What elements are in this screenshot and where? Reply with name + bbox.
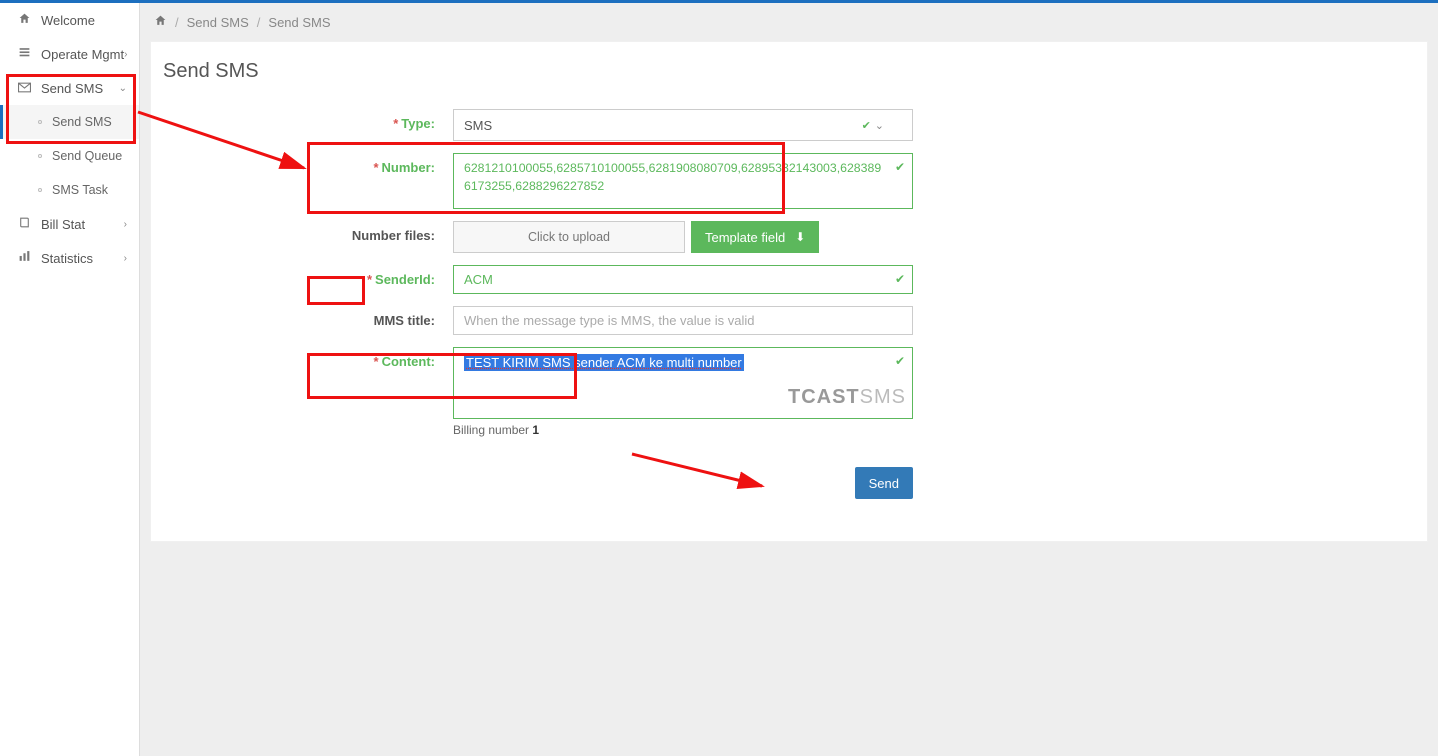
list-icon bbox=[18, 46, 31, 62]
dot-icon bbox=[38, 188, 42, 192]
check-icon: ✔ bbox=[862, 119, 871, 132]
content-input[interactable]: TEST KIRIM SMS sender ACM ke multi numbe… bbox=[453, 347, 913, 419]
sidebar-item-label: Welcome bbox=[41, 13, 127, 28]
chevron-down-icon: ⌄ bbox=[875, 119, 884, 132]
panel-title: Send SMS bbox=[163, 60, 1405, 83]
download-icon: ⬇ bbox=[795, 230, 805, 244]
content-label: *Content: bbox=[163, 347, 453, 437]
type-select[interactable]: SMS ✔ ⌄ bbox=[453, 109, 913, 141]
number-input[interactable]: 6281210100055,6285710100055,628190808070… bbox=[453, 153, 913, 209]
sidebar-item-send-sms-sub[interactable]: Send SMS bbox=[0, 105, 139, 139]
template-field-button[interactable]: Template field ⬇ bbox=[691, 221, 819, 253]
billing-number: Billing number 1 bbox=[453, 423, 913, 437]
watermark-logo: TCASTSMS bbox=[788, 383, 906, 412]
sidebar-item-label: Operate Mgmt bbox=[41, 47, 124, 62]
sidebar-item-send-sms[interactable]: Send SMS ⌄ bbox=[0, 71, 139, 105]
type-label: *Type: bbox=[163, 109, 453, 141]
breadcrumb: / Send SMS / Send SMS bbox=[140, 3, 1438, 41]
send-button[interactable]: Send bbox=[855, 467, 913, 499]
chevron-right-icon: › bbox=[124, 253, 127, 264]
mail-icon bbox=[18, 81, 31, 96]
sidebar-item-label: Send Queue bbox=[52, 149, 122, 163]
sidebar-item-label: Statistics bbox=[41, 251, 124, 266]
send-sms-panel: Send SMS *Type: SMS ✔ ⌄ *Number: 6281210… bbox=[150, 41, 1428, 542]
chevron-right-icon: › bbox=[124, 219, 127, 230]
senderid-input[interactable] bbox=[453, 265, 913, 294]
breadcrumb-item: Send SMS bbox=[268, 15, 330, 30]
chevron-right-icon: › bbox=[124, 49, 127, 60]
sidebar-item-bill-stat[interactable]: Bill Stat › bbox=[0, 207, 139, 241]
sidebar: Welcome Operate Mgmt › Send SMS ⌄ Send S… bbox=[0, 3, 140, 756]
mms-title-input[interactable] bbox=[453, 306, 913, 335]
breadcrumb-item[interactable]: Send SMS bbox=[187, 15, 249, 30]
home-icon bbox=[18, 12, 31, 28]
number-label: *Number: bbox=[163, 153, 453, 209]
senderid-label: *SenderId: bbox=[163, 265, 453, 294]
sidebar-item-welcome[interactable]: Welcome bbox=[0, 3, 139, 37]
sidebar-item-operate-mgmt[interactable]: Operate Mgmt › bbox=[0, 37, 139, 71]
upload-button[interactable]: Click to upload bbox=[453, 221, 685, 253]
sidebar-item-label: Bill Stat bbox=[41, 217, 124, 232]
numberfiles-label: Number files: bbox=[163, 221, 453, 253]
home-icon[interactable] bbox=[154, 14, 167, 30]
chevron-down-icon: ⌄ bbox=[119, 83, 127, 94]
dot-icon bbox=[38, 120, 42, 124]
book-icon bbox=[18, 216, 31, 232]
sidebar-item-statistics[interactable]: Statistics › bbox=[0, 241, 139, 275]
type-value: SMS bbox=[464, 118, 492, 133]
dot-icon bbox=[38, 154, 42, 158]
content-area: / Send SMS / Send SMS Send SMS *Type: SM… bbox=[140, 3, 1438, 756]
sidebar-item-label: Send SMS bbox=[52, 115, 112, 129]
sidebar-item-label: SMS Task bbox=[52, 183, 108, 197]
sidebar-item-sms-task[interactable]: SMS Task bbox=[0, 173, 139, 207]
sidebar-item-label: Send SMS bbox=[41, 81, 119, 96]
mms-title-label: MMS title: bbox=[163, 306, 453, 335]
content-selected-text: TEST KIRIM SMS sender ACM ke multi numbe… bbox=[464, 354, 744, 371]
chart-icon bbox=[18, 250, 31, 266]
breadcrumb-separator: / bbox=[257, 15, 261, 30]
sidebar-item-send-queue[interactable]: Send Queue bbox=[0, 139, 139, 173]
breadcrumb-separator: / bbox=[175, 15, 179, 30]
